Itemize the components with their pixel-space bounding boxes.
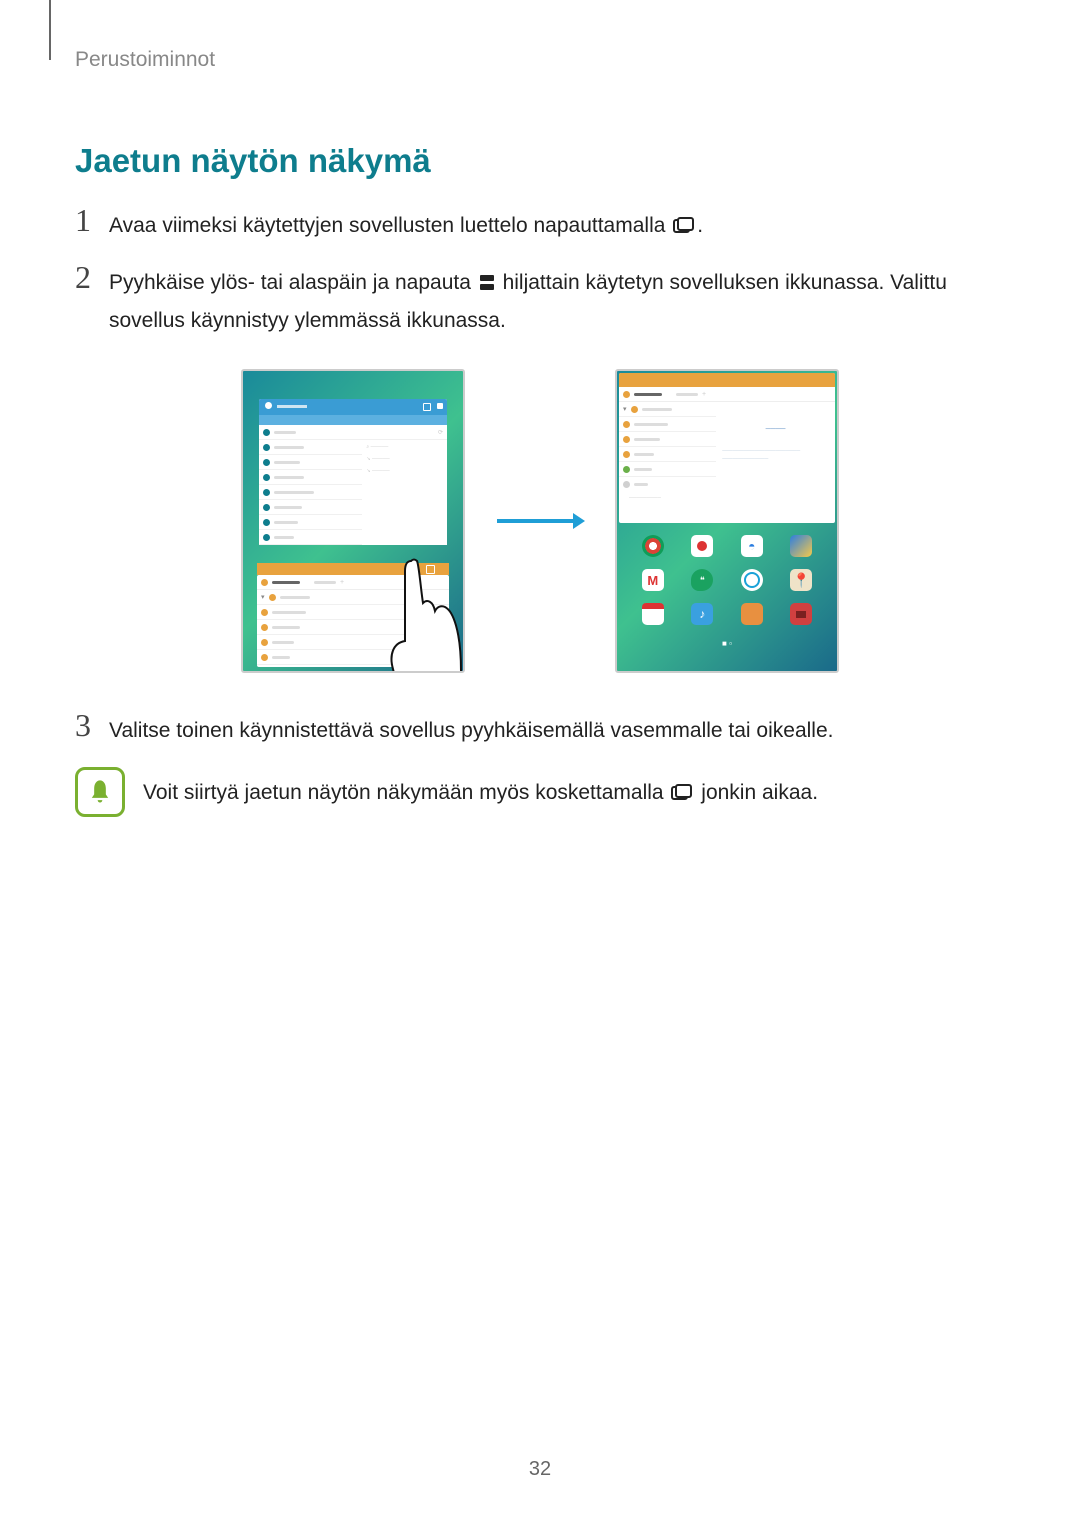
note-bell-icon [75,767,125,817]
arrow-right-icon [495,509,585,533]
hand-gesture-icon [383,551,463,673]
recorder-icon [691,535,713,557]
screenshot-recent-apps: ⟳ ⌕ ───── ↘ ───── [241,369,465,673]
galaxy-apps-icon [790,535,812,557]
video-icon [790,603,812,625]
recent-apps-icon [673,211,695,247]
music-icon: ♪ [691,603,713,625]
calendar-icon [642,603,664,625]
hangouts-icon: ❝ [691,569,713,591]
step-text: Pyyhkäise ylös- tai alaspäin ja napauta … [109,265,1005,339]
maps-icon: 📍 [790,569,812,591]
split-screen-icon [479,268,495,304]
step-1: 1 Avaa viimeksi käytettyjen sovellusten … [75,208,1005,247]
step-number: 3 [75,709,105,741]
step-2: 2 Pyyhkäise ylös- tai alaspäin ja napaut… [75,265,1005,339]
step-3: 3 Valitse toinen käynnistettävä sovellus… [75,713,1005,749]
myfiles-icon [741,603,763,625]
step-text: Avaa viimeksi käytettyjen sovellusten lu… [109,208,703,247]
gmail-icon: M [642,569,664,591]
chrome-icon [642,535,664,557]
figure: ⟳ ⌕ ───── ↘ ───── [75,369,1005,673]
screenshot-split-result: + ▾ ───────── ──── ───────────────── [615,369,839,673]
recent-apps-icon [671,778,693,814]
step-number: 1 [75,204,105,236]
app-grid: ◓ M ❝ 📍 ♪ [617,525,837,635]
step-text: Valitse toinen käynnistettävä sovellus p… [109,713,833,749]
internet-icon [741,569,763,591]
page-number: 32 [0,1458,1080,1481]
step-number: 2 [75,261,105,293]
note: Voit siirtyä jaetun näytön näkymään myös… [75,767,1005,817]
drive-icon: ◓ [741,535,763,557]
chapter-title: Perustoiminnot [75,48,1005,72]
page-indicator: ■ ▫ [617,639,837,648]
section-title: Jaetun näytön näkymä [75,142,1005,180]
note-text: Voit siirtyä jaetun näytön näkymään myös… [143,767,818,814]
